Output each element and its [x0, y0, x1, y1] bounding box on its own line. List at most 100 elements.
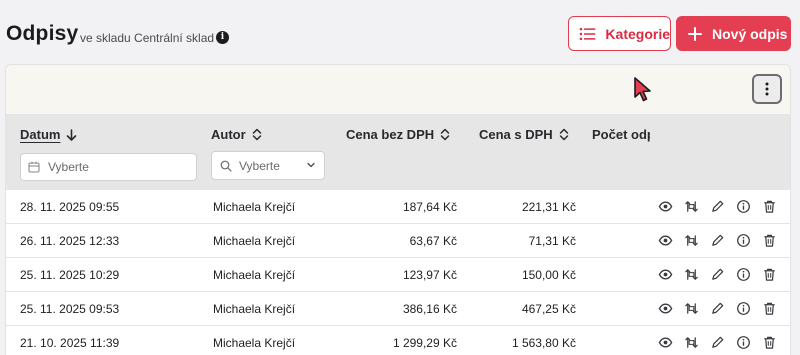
view-button[interactable] — [657, 266, 673, 282]
column-header-cena-bez-dph[interactable]: Cena bez DPH — [346, 127, 450, 142]
table-card: Datum Autor Cena bez DPH Cena s DPH Poče… — [5, 64, 791, 355]
table-row[interactable]: 21. 10. 2025 11:39 Michaela Krejčí 1 299,2… — [6, 326, 790, 355]
pencil-icon — [710, 335, 725, 350]
cell-datum: 25. 11. 2025 09:53 — [20, 302, 120, 316]
detail-button[interactable] — [735, 198, 751, 214]
transfer-button[interactable] — [683, 334, 699, 350]
column-label-autor: Autor — [211, 127, 246, 142]
info-icon — [736, 301, 751, 316]
delete-button[interactable] — [761, 232, 777, 248]
column-header-pocet[interactable]: Počet odpisů — [592, 127, 650, 142]
edit-button[interactable] — [709, 232, 725, 248]
view-button[interactable] — [657, 300, 673, 316]
cell-cena-bez-dph: 386,16 Kč — [402, 302, 457, 316]
column-header-datum[interactable]: Datum — [20, 127, 77, 142]
table-row[interactable]: 28. 11. 2025 09:55 Michaela Krejčí 187,64 … — [6, 190, 790, 224]
page-header: Odpisy ve skladu Centrální sklad i Kateg… — [0, 0, 800, 64]
pencil-icon — [710, 199, 725, 214]
eye-icon — [658, 233, 673, 248]
edit-button[interactable] — [709, 300, 725, 316]
chevron-down-icon — [307, 162, 315, 168]
cell-cena-s-dph: 150,00 Kč — [521, 268, 576, 282]
autor-filter-placeholder: Vyberte — [239, 158, 280, 173]
table-toolbar — [6, 65, 790, 114]
novy-odpis-button[interactable]: Nový odpis — [676, 16, 791, 51]
kategorie-label: Kategorie — [605, 25, 670, 42]
info-icon — [736, 267, 751, 282]
cell-autor: Michaela Krejčí — [213, 302, 296, 316]
edit-button[interactable] — [709, 198, 725, 214]
trash-icon — [762, 267, 777, 282]
trash-icon — [762, 335, 777, 350]
row-actions — [657, 334, 777, 350]
cell-autor: Michaela Krejčí — [213, 336, 296, 350]
pencil-icon — [710, 233, 725, 248]
cell-cena-bez-dph: 63,67 Kč — [409, 234, 457, 248]
column-header-cena-s-dph[interactable]: Cena s DPH — [479, 127, 569, 142]
transfer-icon — [684, 199, 699, 214]
delete-button[interactable] — [761, 198, 777, 214]
page-title: Odpisy — [6, 22, 79, 45]
column-label-datum: Datum — [20, 127, 61, 142]
cell-cena-s-dph: 71,31 Kč — [528, 234, 576, 248]
list-icon — [579, 27, 596, 40]
sort-icon — [440, 128, 450, 141]
transfer-button[interactable] — [683, 232, 699, 248]
cell-cena-s-dph: 1 563,80 Kč — [511, 336, 576, 350]
mouse-cursor-icon — [634, 77, 651, 102]
date-filter-input[interactable]: Vyberte — [20, 153, 197, 181]
transfer-button[interactable] — [683, 198, 699, 214]
autor-filter-select[interactable]: Vyberte — [211, 151, 325, 180]
detail-button[interactable] — [735, 266, 751, 282]
info-icon — [736, 233, 751, 248]
sort-icon — [252, 128, 261, 141]
row-actions — [657, 300, 777, 316]
plus-icon — [688, 26, 702, 41]
cell-cena-s-dph: 221,31 Kč — [521, 200, 576, 214]
pencil-icon — [710, 301, 725, 316]
delete-button[interactable] — [761, 300, 777, 316]
cell-datum: 25. 11. 2025 10:29 — [20, 268, 120, 282]
eye-icon — [658, 267, 673, 282]
delete-button[interactable] — [761, 334, 777, 350]
view-button[interactable] — [657, 334, 673, 350]
search-icon — [220, 160, 232, 172]
edit-button[interactable] — [709, 334, 725, 350]
trash-icon — [762, 233, 777, 248]
cell-autor: Michaela Krejčí — [213, 200, 296, 214]
cell-cena-bez-dph: 123,97 Kč — [402, 268, 457, 282]
cell-cena-bez-dph: 187,64 Kč — [402, 200, 457, 214]
transfer-icon — [684, 335, 699, 350]
eye-icon — [658, 301, 673, 316]
table-row[interactable]: 25. 11. 2025 10:29 Michaela Krejčí 123,97 … — [6, 258, 790, 292]
detail-button[interactable] — [735, 232, 751, 248]
kategorie-button[interactable]: Kategorie — [568, 16, 671, 51]
delete-button[interactable] — [761, 266, 777, 282]
detail-button[interactable] — [735, 300, 751, 316]
row-actions — [657, 266, 777, 282]
table-row[interactable]: 26. 11. 2025 12:33 Michaela Krejčí 63,67 K… — [6, 224, 790, 258]
table-row[interactable]: 25. 11. 2025 09:53 Michaela Krejčí 386,16 … — [6, 292, 790, 326]
date-filter-placeholder: Vyberte — [48, 160, 89, 174]
table-header: Datum Autor Cena bez DPH Cena s DPH Poče… — [6, 114, 790, 190]
table-menu-button[interactable] — [752, 74, 782, 104]
sort-icon — [559, 128, 568, 141]
calendar-icon — [28, 161, 40, 173]
transfer-button[interactable] — [683, 300, 699, 316]
pencil-icon — [710, 267, 725, 282]
column-header-autor[interactable]: Autor — [211, 127, 262, 142]
info-icon[interactable]: i — [216, 31, 229, 44]
view-button[interactable] — [657, 232, 673, 248]
page-subtitle: ve skladu Centrální sklad — [80, 31, 215, 45]
kebab-menu-icon — [765, 82, 769, 96]
detail-button[interactable] — [735, 334, 751, 350]
trash-icon — [762, 199, 777, 214]
view-button[interactable] — [657, 198, 673, 214]
transfer-button[interactable] — [683, 266, 699, 282]
eye-icon — [658, 335, 673, 350]
cell-cena-bez-dph: 1 299,29 Kč — [392, 336, 457, 350]
edit-button[interactable] — [709, 266, 725, 282]
transfer-icon — [684, 233, 699, 248]
cell-cena-s-dph: 467,25 Kč — [521, 302, 576, 316]
transfer-icon — [684, 267, 699, 282]
